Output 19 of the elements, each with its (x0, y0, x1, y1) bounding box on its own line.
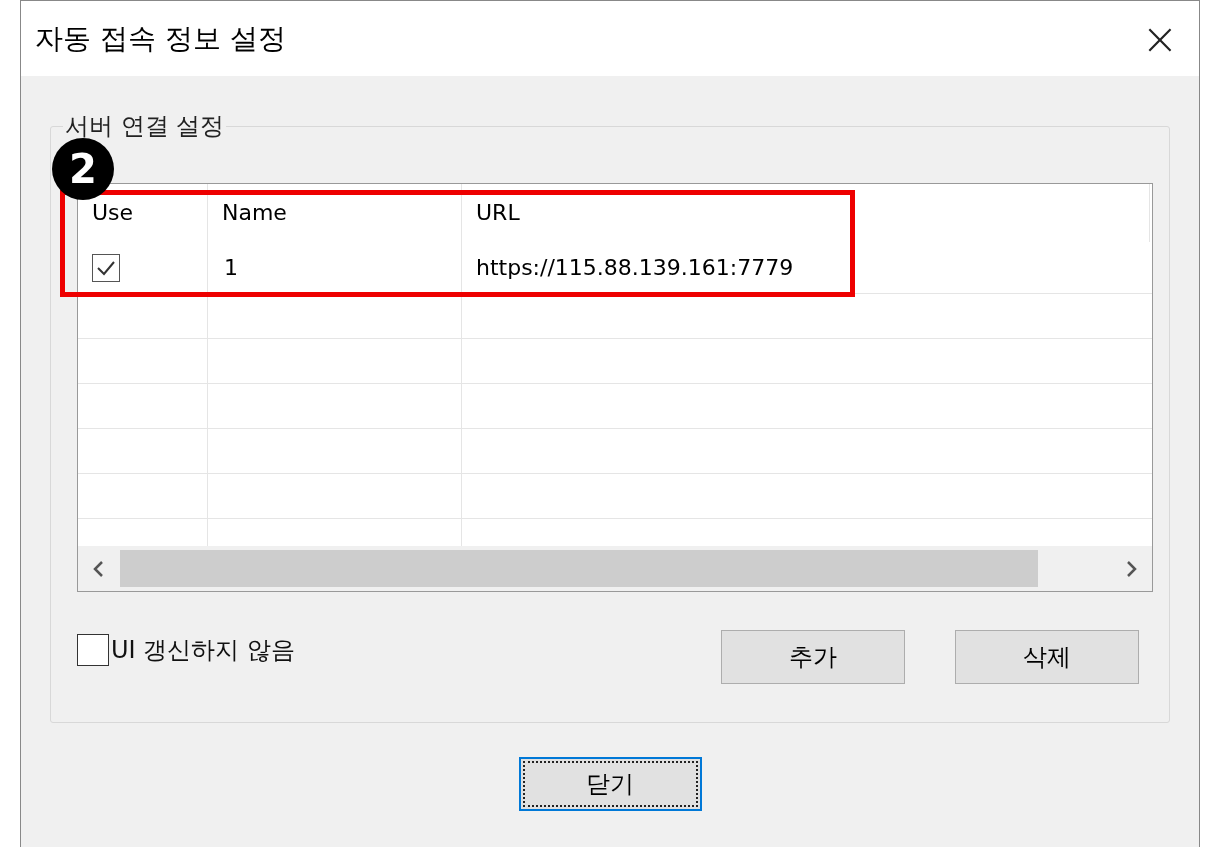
action-button[interactable]: 삭제 (955, 630, 1139, 684)
action-button[interactable]: 추가 (721, 630, 905, 684)
scrollbar-thumb[interactable] (120, 550, 1038, 587)
scroll-right-icon[interactable] (1124, 559, 1138, 578)
table-cell-text: https://115.88.139.161:7779 (476, 254, 794, 282)
horizontal-scrollbar[interactable] (78, 546, 1152, 591)
scroll-left-icon[interactable] (92, 559, 106, 578)
checkbox-label[interactable]: UI 갱신하지 않음 (111, 632, 295, 668)
window-title: 자동 접속 정보 설정 (35, 20, 286, 57)
column-header[interactable]: Use (92, 202, 134, 224)
group-title: 서버 연결 설정 (63, 114, 227, 138)
close-button[interactable]: × (1135, 13, 1185, 64)
table-cell-text: 1 (224, 254, 238, 282)
close-dialog-button[interactable]: 닫기 (518, 757, 702, 811)
checkmark-icon (96, 259, 116, 276)
checkbox[interactable] (92, 253, 120, 282)
column-header[interactable]: Name (222, 202, 287, 224)
column-header[interactable]: URL (476, 202, 520, 224)
checkbox[interactable] (77, 634, 109, 666)
